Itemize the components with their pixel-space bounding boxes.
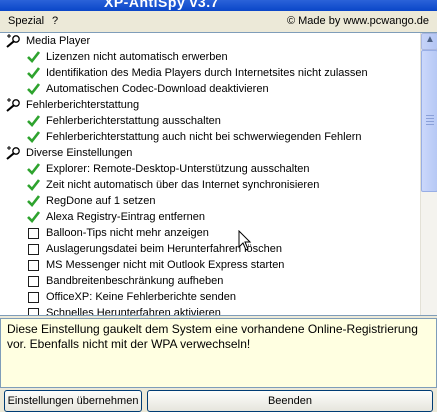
vertical-scrollbar[interactable]: ▲ xyxy=(420,33,437,315)
option-row[interactable]: Explorer: Remote-Desktop-Unterstützung a… xyxy=(0,161,414,177)
green-check-icon[interactable] xyxy=(27,179,41,191)
settings-list: Media Player Lizenzen nicht automatisch e… xyxy=(0,32,437,316)
row-label: Media Player xyxy=(26,35,91,47)
option-row[interactable]: Automatischen Codec-Download deaktiviere… xyxy=(0,81,414,97)
menu-help[interactable]: ? xyxy=(52,15,58,27)
mouse-cursor-icon xyxy=(238,230,252,251)
apply-settings-button[interactable]: Einstellungen übernehmen xyxy=(4,390,142,412)
green-check-icon[interactable] xyxy=(27,115,41,127)
scroll-up-button[interactable]: ▲ xyxy=(421,33,437,50)
menu-bar: Spezial ? © Made by www.pcwango.de xyxy=(0,11,437,32)
category-row: Diverse Einstellungen xyxy=(0,145,414,161)
row-label: Fehlerberichterstattung ausschalten xyxy=(46,115,221,127)
row-label: Diverse Einstellungen xyxy=(26,147,133,159)
option-row[interactable]: Fehlerberichterstattung auch nicht bei s… xyxy=(0,129,414,145)
option-row[interactable]: Lizenzen nicht automatisch erwerben xyxy=(0,49,414,65)
row-label: Schnelles Herunterfahren aktivieren xyxy=(46,307,221,316)
close-button[interactable]: Beenden xyxy=(147,390,433,412)
option-row[interactable]: RegDone auf 1 setzen xyxy=(0,193,414,209)
grip-line xyxy=(426,118,434,119)
option-row[interactable]: OfficeXP: Keine Fehlerberichte senden xyxy=(0,289,414,305)
scroll-thumb[interactable] xyxy=(421,50,437,192)
row-label: Lizenzen nicht automatisch erwerben xyxy=(46,51,228,63)
option-row[interactable]: Alexa Registry-Eintrag entfernen xyxy=(0,209,414,225)
green-check-icon[interactable] xyxy=(27,163,41,175)
magnifier-gear-icon xyxy=(5,34,22,48)
category-row: Media Player xyxy=(0,33,414,49)
option-row[interactable]: Zeit nicht automatisch über das Internet… xyxy=(0,177,414,193)
empty-checkbox-icon[interactable] xyxy=(28,228,39,239)
green-check-icon[interactable] xyxy=(27,131,41,143)
row-label: MS Messenger nicht mit Outlook Express s… xyxy=(46,259,285,271)
green-check-icon[interactable] xyxy=(27,51,41,63)
window-title: XP-AntiSpy v3.7 xyxy=(104,0,219,10)
row-label: Automatischen Codec-Download deaktiviere… xyxy=(46,83,269,95)
grip-line xyxy=(426,124,434,125)
row-label: Alexa Registry-Eintrag entfernen xyxy=(46,211,205,223)
description-panel: Diese Einstellung gaukelt dem System ein… xyxy=(0,318,437,388)
grip-line xyxy=(426,121,434,122)
row-label: Fehlerberichterstattung xyxy=(26,99,140,111)
row-label: OfficeXP: Keine Fehlerberichte senden xyxy=(46,291,236,303)
magnifier-gear-icon xyxy=(5,146,22,160)
row-label: Zeit nicht automatisch über das Internet… xyxy=(46,179,320,191)
row-label: RegDone auf 1 setzen xyxy=(46,195,156,207)
empty-checkbox-icon[interactable] xyxy=(28,308,39,315)
grip-line xyxy=(426,115,434,116)
green-check-icon[interactable] xyxy=(27,67,41,79)
copyright-text: © Made by www.pcwango.de xyxy=(286,15,429,27)
option-row[interactable]: Balloon-Tips nicht mehr anzeigen xyxy=(0,225,414,241)
category-row: Fehlerberichterstattung xyxy=(0,97,414,113)
green-check-icon[interactable] xyxy=(27,195,41,207)
empty-checkbox-icon[interactable] xyxy=(28,244,39,255)
empty-checkbox-icon[interactable] xyxy=(28,292,39,303)
option-row[interactable]: MS Messenger nicht mit Outlook Express s… xyxy=(0,257,414,273)
row-label: Balloon-Tips nicht mehr anzeigen xyxy=(46,227,209,239)
green-check-icon[interactable] xyxy=(27,211,41,223)
row-label: Bandbreitenbeschränkung aufheben xyxy=(46,275,224,287)
chevron-up-icon: ▲ xyxy=(425,34,435,45)
magnifier-gear-icon xyxy=(5,98,22,112)
row-label: Fehlerberichterstattung auch nicht bei s… xyxy=(46,131,362,143)
row-label: Explorer: Remote-Desktop-Unterstützung a… xyxy=(46,163,310,175)
option-row[interactable]: Fehlerberichterstattung ausschalten xyxy=(0,113,414,129)
option-row[interactable]: Identifikation des Media Players durch I… xyxy=(0,65,414,81)
option-row[interactable]: Bandbreitenbeschränkung aufheben xyxy=(0,273,414,289)
description-text: Diese Einstellung gaukelt dem System ein… xyxy=(7,322,418,351)
empty-checkbox-icon[interactable] xyxy=(28,260,39,271)
row-label: Identifikation des Media Players durch I… xyxy=(46,67,368,79)
green-check-icon[interactable] xyxy=(27,83,41,95)
option-row[interactable]: Schnelles Herunterfahren aktivieren xyxy=(0,305,414,316)
menu-spezial[interactable]: Spezial xyxy=(8,15,44,27)
empty-checkbox-icon[interactable] xyxy=(28,276,39,287)
title-bar[interactable]: XP-AntiSpy v3.7 xyxy=(0,0,437,11)
option-row[interactable]: Auslagerungsdatei beim Herunterfahren lö… xyxy=(0,241,414,257)
settings-rows: Media Player Lizenzen nicht automatisch e… xyxy=(0,33,414,316)
